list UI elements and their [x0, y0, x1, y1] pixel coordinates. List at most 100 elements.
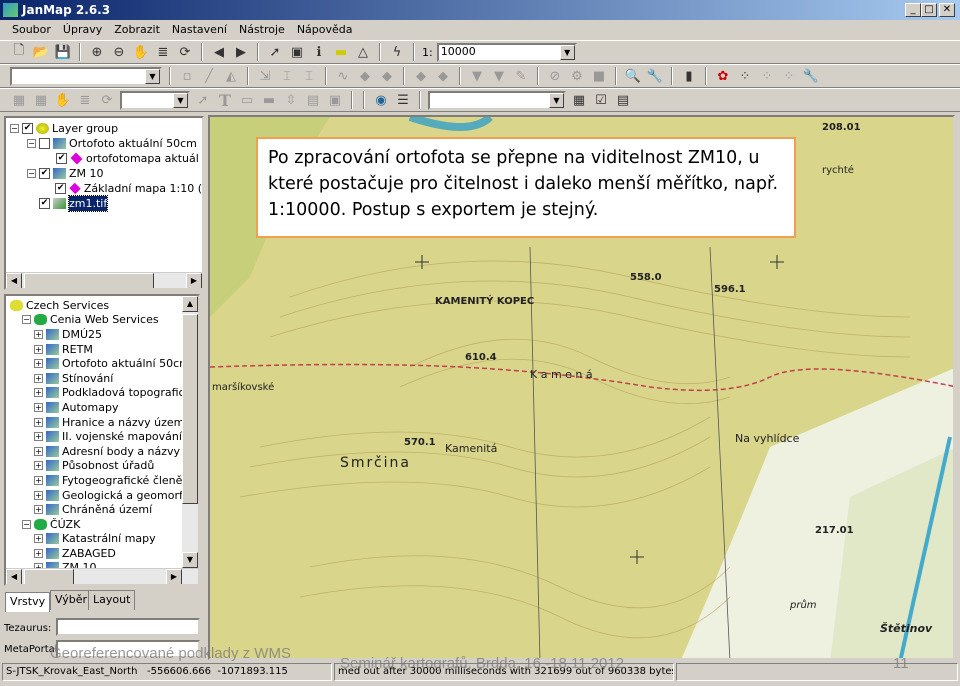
vertical-scrollbar[interactable]: ▲ ▼ — [182, 296, 198, 568]
select-rect-icon[interactable]: ▣ — [288, 43, 306, 61]
layer-checkbox[interactable] — [39, 138, 50, 149]
refresh-icon[interactable]: ⟳ — [176, 43, 194, 61]
export-icon[interactable]: ▦ — [570, 91, 588, 109]
scroll-thumb[interactable] — [24, 273, 154, 288]
service-item[interactable]: + Působnost úřadů — [10, 459, 198, 474]
scroll-up-icon[interactable]: ▲ — [182, 296, 198, 312]
line-tool-icon[interactable]: ▬ — [260, 91, 278, 109]
search-combo[interactable]: ▼ — [428, 90, 566, 110]
expand-toggle[interactable]: + — [34, 534, 43, 544]
wrench-icon[interactable]: 🔧 — [646, 67, 664, 85]
select-pointer-icon[interactable]: ➚ — [266, 43, 284, 61]
scroll-down-icon[interactable]: ▼ — [182, 552, 198, 568]
service-item[interactable]: + Automapy — [10, 400, 198, 415]
expand-toggle[interactable]: + — [34, 388, 43, 398]
tool-icon[interactable]: 🔧 — [802, 67, 820, 85]
expand-toggle[interactable]: − — [10, 124, 19, 133]
expand-toggle[interactable]: + — [34, 490, 43, 500]
attributes-icon[interactable]: ▤ — [614, 91, 632, 109]
expand-toggle[interactable]: + — [34, 432, 43, 442]
service-item[interactable]: + Ortofoto aktuální 50cm — [10, 356, 198, 371]
expand-toggle[interactable]: + — [34, 461, 43, 471]
menu-4[interactable]: Nástroje — [233, 20, 291, 39]
expand-toggle[interactable]: + — [34, 548, 43, 558]
expand-toggle[interactable]: + — [34, 344, 43, 354]
maximize-button[interactable]: □ — [921, 3, 937, 17]
layer-checkbox[interactable]: ✔ — [39, 198, 50, 209]
nodes3-icon[interactable]: ⁘ — [780, 67, 798, 85]
service-item[interactable]: + ZABAGED — [10, 546, 198, 561]
menu-2[interactable]: Zobrazit — [108, 20, 166, 39]
service-item[interactable]: + DMÚ25 — [10, 327, 198, 342]
nodes-icon[interactable]: ⁘ — [736, 67, 754, 85]
layer-item[interactable]: ✔ zm1.tif — [10, 195, 202, 212]
intersect-icon[interactable]: ◆ — [434, 67, 452, 85]
expand-toggle[interactable]: + — [34, 402, 43, 412]
line-icon[interactable]: ╱ — [200, 67, 218, 85]
gps-icon[interactable]: ▮ — [680, 67, 698, 85]
menu-1[interactable]: Úpravy — [57, 20, 108, 39]
menu-0[interactable]: Soubor — [6, 20, 57, 39]
service-item[interactable]: + Podkladová topografická — [10, 386, 198, 401]
filter-add-icon[interactable]: ▼ — [490, 67, 508, 85]
polyline-icon[interactable]: ∿ — [334, 67, 352, 85]
filter-icon[interactable]: ▼ — [468, 67, 486, 85]
zoom-in-icon[interactable]: ⊕ — [88, 43, 106, 61]
map-refresh-icon[interactable]: ⟳ — [98, 91, 116, 109]
pan-hand-icon[interactable]: ✋ — [132, 43, 150, 61]
expand-toggle[interactable]: − — [22, 519, 31, 529]
tab-vyber[interactable]: Výběr — [50, 590, 93, 610]
union-icon[interactable]: ◆ — [412, 67, 430, 85]
stop-icon[interactable]: ■ — [590, 67, 608, 85]
split-icon[interactable]: ◆ — [356, 67, 374, 85]
service-item[interactable]: + II. vojenské mapování — [10, 429, 198, 444]
settings-icon[interactable]: ⚙ — [568, 67, 586, 85]
scroll-right-icon[interactable]: ▶ — [166, 569, 182, 584]
merge-icon[interactable]: ◆ — [378, 67, 396, 85]
service-item[interactable]: + Geologická a geomorfol — [10, 488, 198, 503]
scroll-thumb[interactable] — [182, 314, 198, 504]
expand-toggle[interactable]: − — [27, 139, 36, 148]
add-vertex-icon[interactable]: ⌶ — [278, 67, 296, 85]
service-item[interactable]: − ČÚZK — [10, 517, 198, 532]
layer-item[interactable]: − Ortofoto aktuální 50cm — [10, 136, 202, 151]
nodes2-icon[interactable]: ⁘ — [758, 67, 776, 85]
expand-toggle[interactable]: − — [27, 169, 36, 178]
layer-item[interactable]: − ✔ Layer group — [10, 121, 202, 136]
new-file-icon[interactable]: 🗋 — [10, 43, 28, 61]
scale-combo[interactable]: 10000 ▼ — [436, 42, 577, 62]
tab-vrstvy[interactable]: Vrstvy — [5, 592, 51, 612]
menu-5[interactable]: Nápověda — [291, 20, 359, 39]
save-icon[interactable]: 💾 — [54, 43, 72, 61]
expand-toggle[interactable]: + — [34, 359, 43, 369]
chevron-down-icon[interactable]: ▼ — [549, 92, 564, 108]
textbox-icon[interactable]: ▭ — [238, 91, 256, 109]
scroll-right-icon[interactable]: ▶ — [186, 273, 202, 288]
open-folder-icon[interactable]: 📂 — [32, 43, 50, 61]
text-icon[interactable]: T — [216, 91, 234, 110]
move-icon[interactable]: ⇲ — [256, 67, 274, 85]
ruler-icon[interactable]: ▬ — [332, 43, 350, 61]
expand-toggle[interactable]: + — [34, 475, 43, 485]
service-item[interactable]: + Chráněná území — [10, 502, 198, 517]
expand-toggle[interactable]: + — [34, 329, 43, 339]
point-icon[interactable]: ▫ — [178, 67, 196, 85]
horizontal-scrollbar[interactable]: ◀ ▶ — [6, 272, 202, 288]
service-item[interactable]: + Adresní body a názvy ul — [10, 444, 198, 459]
scroll-left-icon[interactable]: ◀ — [6, 569, 22, 584]
service-item[interactable]: + Fytogeografické členění — [10, 473, 198, 488]
minimize-button[interactable]: _ — [905, 3, 921, 17]
map-zoom-icon[interactable]: ▦ — [10, 91, 28, 109]
label-combo[interactable]: ▼ — [120, 90, 190, 110]
layer-item[interactable]: ✔ Základní mapa 1:10 ( — [10, 181, 202, 196]
expand-toggle[interactable]: + — [34, 373, 43, 383]
service-item[interactable]: + RETM — [10, 342, 198, 357]
layer-checkbox[interactable]: ✔ — [39, 168, 50, 179]
tab-layout[interactable]: Layout — [88, 590, 136, 610]
check-icon[interactable]: ☑ — [592, 91, 610, 109]
delete-vertex-icon[interactable]: ⌶ — [300, 67, 318, 85]
expand-toggle[interactable]: − — [22, 315, 31, 325]
close-button[interactable]: ✕ — [939, 3, 955, 17]
layer-checkbox[interactable]: ✔ — [56, 153, 67, 164]
zoom-out-icon[interactable]: ⊖ — [110, 43, 128, 61]
